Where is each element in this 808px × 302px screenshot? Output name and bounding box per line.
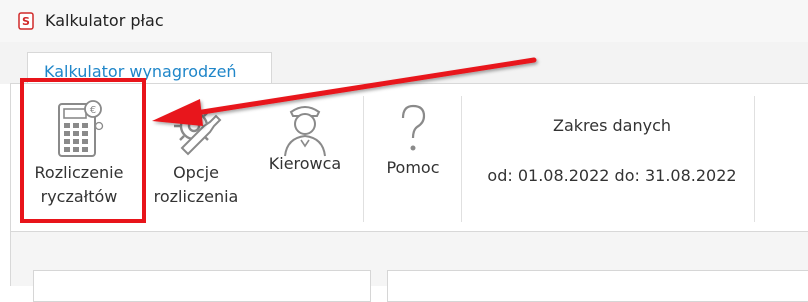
date-from-label: od: [487, 166, 513, 185]
date-range-values: od: 01.08.2022 do: 31.08.2022 [467, 166, 757, 185]
question-icon [401, 104, 426, 151]
opcje-rozliczenia-label-line2: rozliczenia [153, 187, 239, 206]
pomoc-button[interactable]: Pomoc [373, 92, 453, 227]
date-to-value[interactable]: 31.08.2022 [645, 166, 737, 185]
svg-text:S: S [22, 15, 30, 28]
opcje-rozliczenia-button[interactable]: Opcje rozliczenia [143, 92, 249, 227]
date-range-group: Zakres danych od: 01.08.2022 do: 31.08.2… [467, 84, 757, 232]
highlight-box [20, 78, 146, 223]
wrench-gear-icon [174, 106, 222, 156]
driver-icon [284, 106, 326, 157]
content-panel-right [387, 270, 808, 302]
title-bar: S Kalkulator płac [0, 0, 808, 43]
kierowca-label: Kierowca [268, 154, 342, 173]
ribbon-separator [461, 96, 462, 222]
content-panel-left [33, 270, 371, 302]
date-to-label: do: [614, 166, 640, 185]
date-range-title: Zakres danych [552, 116, 672, 135]
window-title: Kalkulator płac [45, 11, 164, 30]
ribbon-separator [363, 96, 364, 222]
pomoc-label: Pomoc [386, 158, 440, 177]
ribbon-separator [754, 96, 755, 222]
payroll-app-icon: S [18, 12, 34, 30]
date-from-value[interactable]: 01.08.2022 [518, 166, 610, 185]
opcje-rozliczenia-label-line1: Opcje [173, 163, 219, 182]
kierowca-button[interactable]: Kierowca [257, 92, 353, 227]
